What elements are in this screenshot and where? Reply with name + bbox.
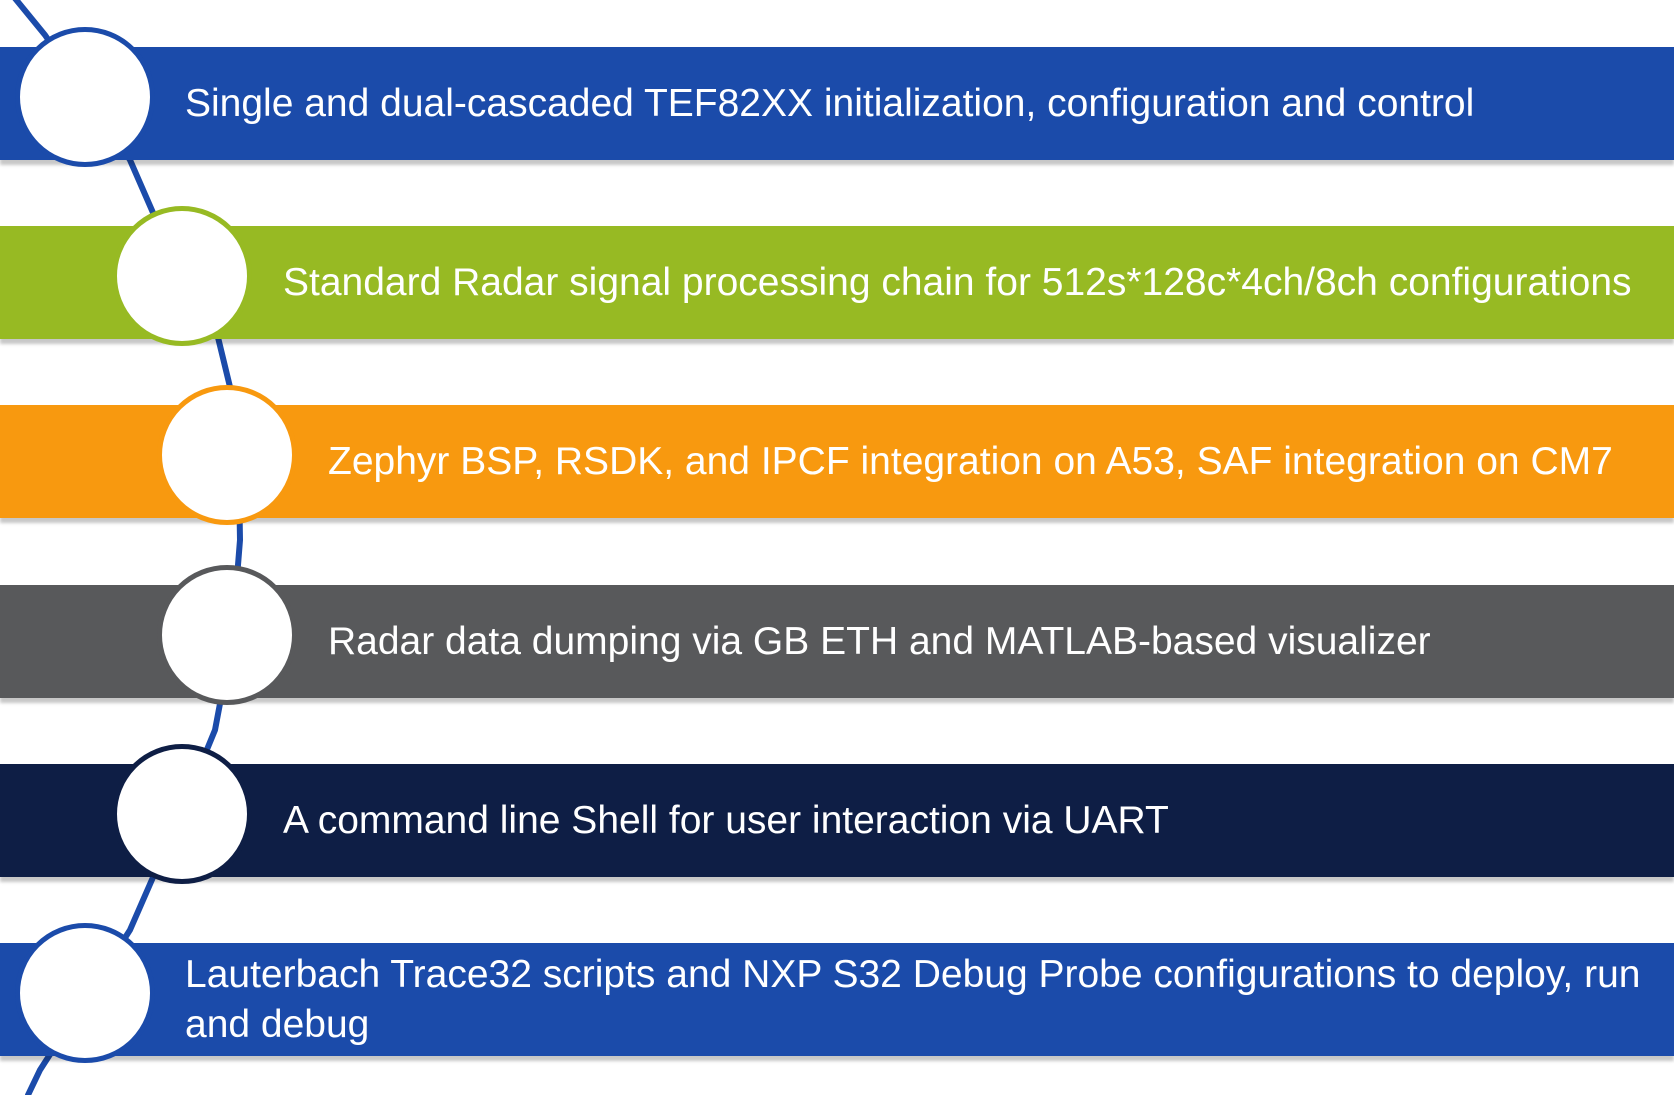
step-2-circle [112, 206, 252, 346]
step-3-label: Zephyr BSP, RSDK, and IPCF integration o… [328, 439, 1613, 483]
step-2-label: Standard Radar signal processing chain f… [283, 260, 1632, 304]
step-1-circle [15, 27, 155, 167]
step-1-label: Single and dual-cascaded TEF82XX initial… [185, 81, 1475, 125]
band-step-6: Lauterbach Trace32 scripts and NXP S32 D… [0, 943, 1674, 1056]
timeline-spine [12, 0, 244, 1095]
step-6-label: Lauterbach Trace32 scripts and NXP S32 D… [185, 952, 1641, 1046]
step-5-circle [112, 744, 252, 884]
step-6-circle [15, 923, 155, 1063]
band-step-1: Single and dual-cascaded TEF82XX initial… [0, 47, 1674, 160]
step-3-circle [157, 385, 297, 525]
step-4-circle [157, 565, 297, 705]
step-4-label: Radar data dumping via GB ETH and MATLAB… [328, 619, 1431, 663]
step-5-label: A command line Shell for user interactio… [283, 798, 1169, 842]
